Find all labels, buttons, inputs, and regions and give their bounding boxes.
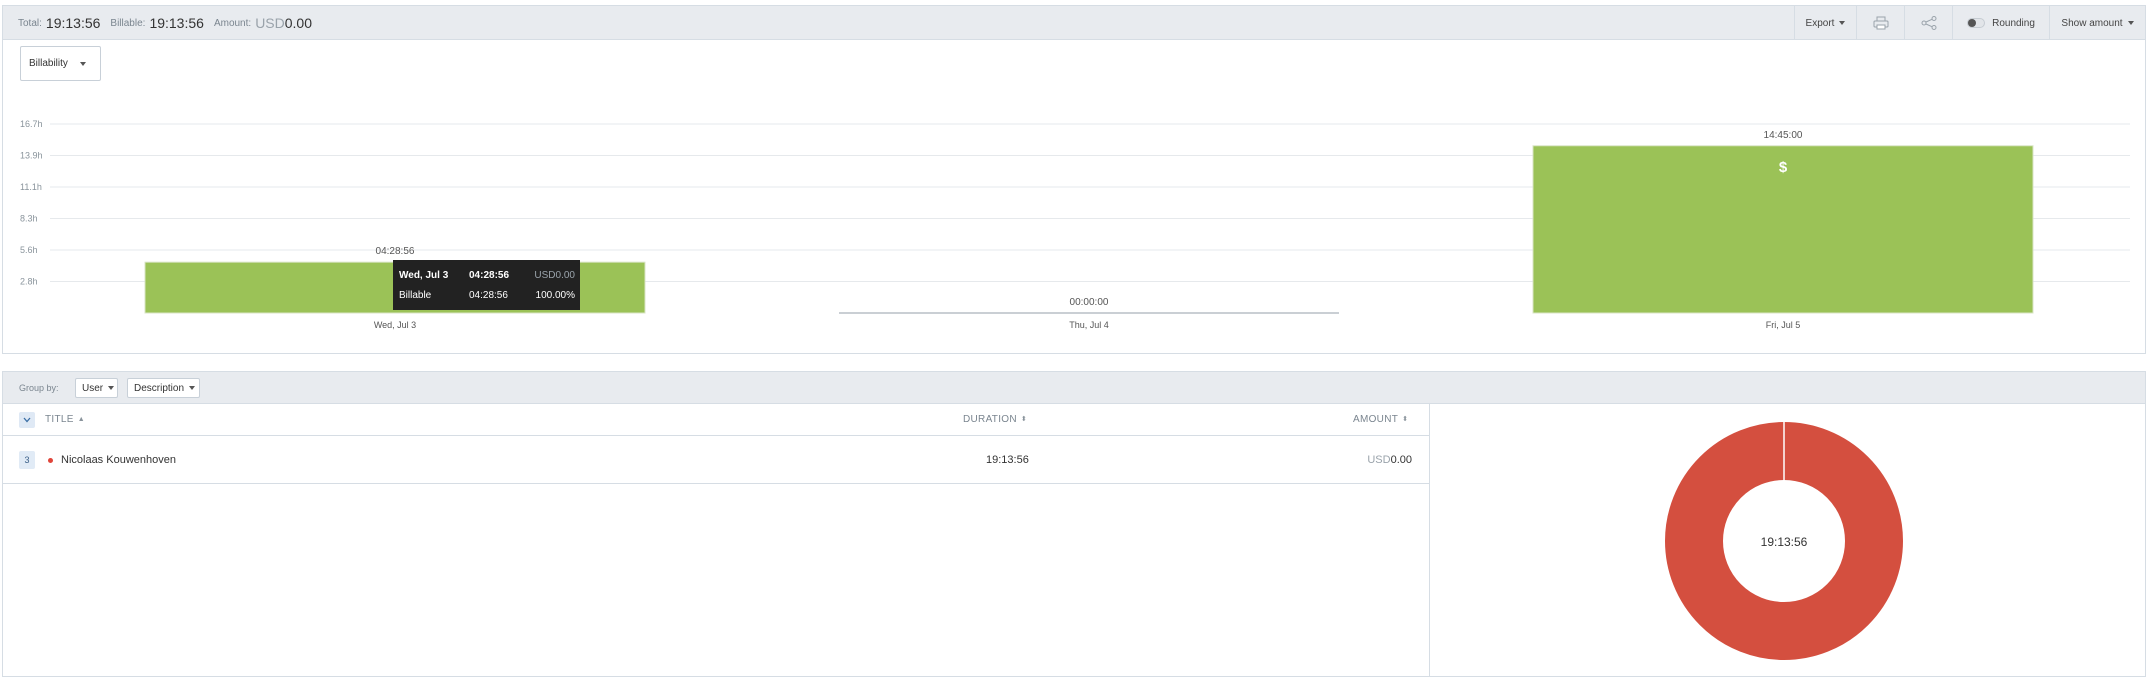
summary-bar: Total: 19:13:56 Billable: 19:13:56 Amoun… (3, 6, 2145, 40)
row-amount-currency: USD (1367, 454, 1391, 466)
summary-totals: Total: 19:13:56 Billable: 19:13:56 Amoun… (18, 6, 312, 40)
total-label: Total: (18, 17, 42, 29)
row-count-badge[interactable]: 3 (19, 451, 35, 469)
rounding-label: Rounding (1992, 17, 2035, 29)
row-amount: USD0.00 (1367, 436, 1412, 484)
sort-icon: ▲ (77, 415, 85, 423)
tooltip-percent: 100.00% (535, 289, 575, 301)
column-duration[interactable]: DURATION ⬍ (963, 404, 1027, 436)
column-duration-label: DURATION (963, 414, 1017, 425)
dollar-icon: $ (1779, 159, 1788, 176)
amount-value: 0.00 (284, 15, 312, 31)
export-label: Export (1805, 17, 1835, 29)
toggle-switch-icon (1967, 18, 1986, 28)
row-duration: 19:13:56 (986, 454, 1029, 466)
tooltip-duration: 04:28:56 (469, 269, 510, 281)
printer-icon (1873, 16, 1888, 30)
x-tick-label: Thu, Jul 4 (1069, 320, 1109, 330)
y-tick-label: 11.1h (20, 182, 42, 192)
user-color-dot (48, 458, 53, 463)
y-tick-label: 5.6h (20, 245, 38, 255)
x-tick-label: Fri, Jul 5 (1766, 320, 1801, 330)
tooltip-type-duration: 04:28:56 (469, 289, 508, 301)
row-amount-value: 0.00 (1390, 454, 1412, 466)
billability-chart: 2.8h5.6h8.3h11.1h13.9h16.7h04:28:56Wed, … (20, 119, 2130, 330)
donut-chart: 19:13:56 (1665, 422, 1903, 660)
header-tools: Export Rounding Show amount (1794, 6, 2145, 40)
y-tick-label: 2.8h (20, 276, 38, 286)
amount-currency: USD (255, 15, 285, 31)
x-tick-label: Wed, Jul 3 (374, 320, 416, 330)
sort-icon: ⬍ (1402, 415, 1409, 423)
column-title[interactable]: TITLE ▲ (45, 404, 85, 436)
bar-value-label: 14:45:00 (1764, 130, 1803, 141)
share-button[interactable] (1904, 6, 1952, 40)
billability-label: Billability (29, 58, 68, 69)
sort-icon: ⬍ (1020, 415, 1028, 423)
tooltip-date: Wed, Jul 3 (399, 269, 449, 281)
bar-value-label: 00:00:00 (1070, 297, 1109, 308)
tooltip-type-label: Billable (399, 289, 432, 301)
rounding-toggle[interactable]: Rounding (1952, 6, 2049, 40)
billable-value: 19:13:56 (149, 15, 204, 31)
y-tick-label: 16.7h (20, 119, 43, 129)
billable-label: Billable: (110, 17, 146, 29)
table-header: TITLE ▲ DURATION ⬍ AMOUNT ⬍ (3, 404, 1429, 436)
total-value: 19:13:56 (45, 15, 101, 31)
group-by-description-label: Description (134, 382, 185, 394)
chevron-down-icon (79, 61, 86, 66)
bar-value-label: 04:28:56 (376, 246, 415, 257)
chevron-down-icon (23, 417, 31, 423)
export-button[interactable]: Export (1794, 6, 1856, 40)
chevron-down-icon (2127, 21, 2134, 25)
donut-center-label: 19:13:56 (1761, 535, 1808, 549)
share-icon (1921, 16, 1936, 30)
show-amount-dropdown[interactable]: Show amount (2049, 6, 2145, 40)
chart-tooltip: Wed, Jul 3 04:28:56 USD0.00 Billable 04:… (393, 260, 580, 310)
expand-all-button[interactable] (19, 412, 35, 428)
column-amount-label: AMOUNT (1353, 414, 1399, 425)
y-tick-label: 13.9h (20, 151, 43, 161)
column-title-label: TITLE (45, 414, 74, 425)
show-amount-label: Show amount (2061, 17, 2123, 29)
chevron-down-icon (189, 386, 196, 390)
group-by-bar: Group by: User Description (3, 372, 2145, 404)
group-by-description-dropdown[interactable]: Description (127, 378, 200, 398)
report-table: TITLE ▲ DURATION ⬍ AMOUNT ⬍ 3 Nicolaas Kouw… (3, 404, 1430, 676)
y-tick-label: 8.3h (20, 214, 38, 224)
group-by-user-dropdown[interactable]: User (75, 378, 118, 398)
row-title: Nicolaas Kouwenhoven (61, 454, 176, 466)
group-by-label: Group by: (19, 383, 59, 393)
print-button[interactable] (1856, 6, 1904, 40)
group-by-user-label: User (82, 382, 104, 394)
amount-label: Amount: (213, 17, 252, 29)
chevron-down-icon (108, 386, 115, 390)
chevron-down-icon (1839, 21, 1846, 25)
tooltip-amount: 0.00 (555, 269, 575, 281)
tooltip-currency: USD (534, 269, 556, 281)
column-amount[interactable]: AMOUNT ⬍ (1353, 404, 1408, 436)
table-row[interactable]: 3 Nicolaas Kouwenhoven 19:13:56 USD0.00 (3, 436, 1429, 484)
